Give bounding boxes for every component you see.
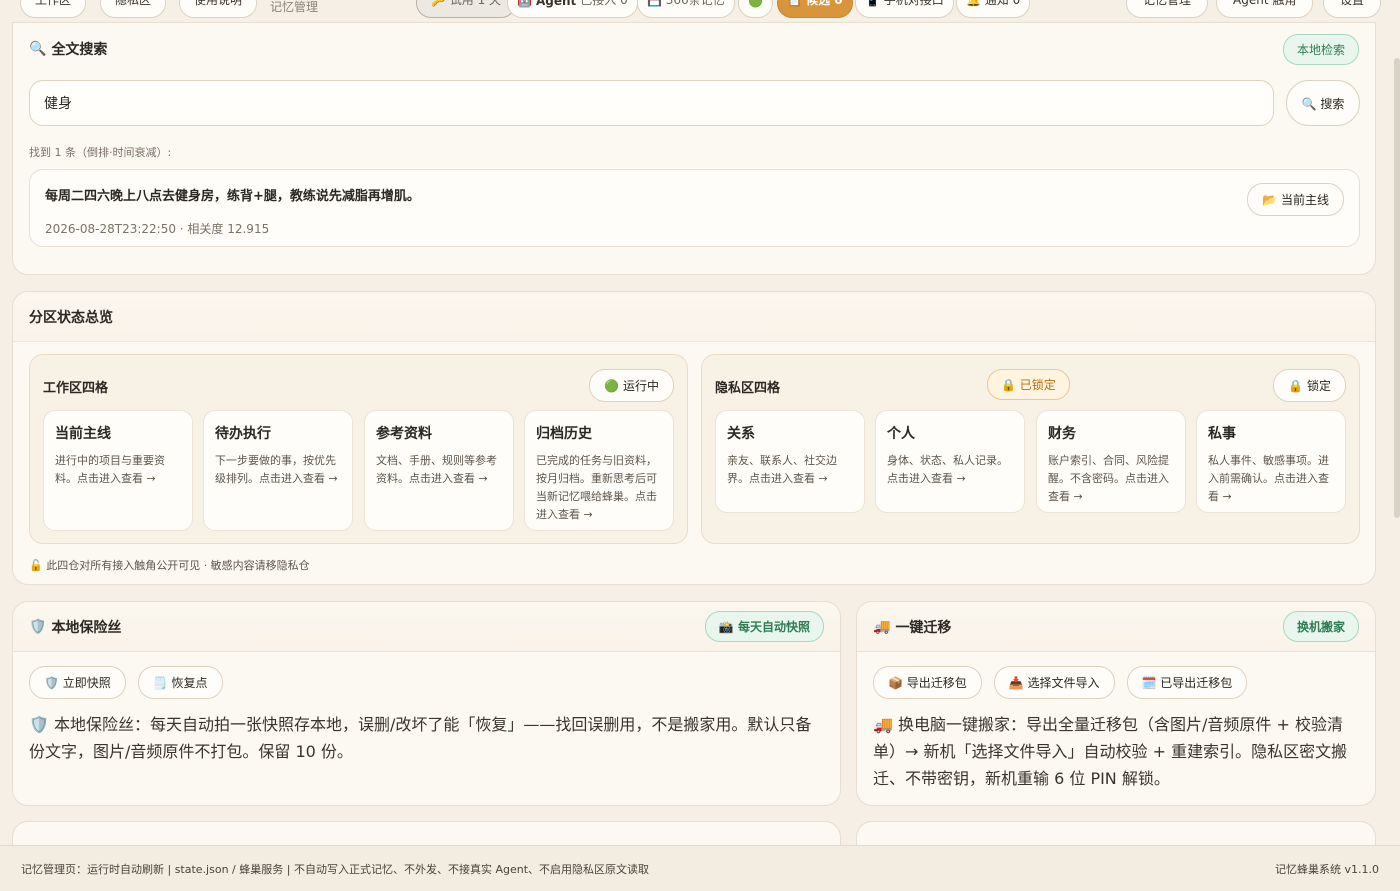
work-tile-reference[interactable]: 参考资料 文档、手册、规则等参考资料。点击进入查看 → xyxy=(364,410,514,531)
work-zone-panel: 工作区四格 🟢 运行中 当前主线 进行中的项目与重要资料。点击进入查看 → 待办… xyxy=(29,354,688,544)
nav-privacy-button[interactable]: 隐私区 xyxy=(100,0,167,18)
nav-agent-touch-button[interactable]: Agent 触角 xyxy=(1216,0,1314,18)
result-count-text: 找到 1 条（倒排·时间衰减）: xyxy=(29,146,172,159)
shield-icon: 🛡️ xyxy=(29,618,47,635)
robot-icon: 🤖 xyxy=(517,0,532,8)
tile-desc: 私人事件、敏感事项。进入前需确认。点击进入查看 → xyxy=(1208,454,1329,503)
private-zone-panel: 隐私区四格 🔒 已锁定 🔒 锁定 关系 亲友、联系人、社交边界。点击进入查看 →… xyxy=(701,354,1360,544)
tile-title: 关系 xyxy=(727,426,755,442)
tile-desc: 已完成的任务与旧资料，按月归档。重新思考后可当新记忆喂给蜂巢。点击进入查看 → xyxy=(536,454,657,521)
mobile-interface-pill[interactable]: 📱 手机对接口 xyxy=(855,0,954,18)
zones-visibility-note: 🔓 此四仓对所有接入触角公开可见 · 敏感内容请移隐私仓 xyxy=(29,559,310,572)
migrate-title-text: 一键迁移 xyxy=(895,619,952,636)
migrate-button-row: 📦 导出迁移包 📥 选择文件导入 🗓️ 已导出迁移包 xyxy=(873,666,1248,699)
candidates-pill[interactable]: 📋 候选 0 xyxy=(777,0,853,18)
tile-title: 私事 xyxy=(1208,426,1236,442)
tile-title: 参考资料 xyxy=(376,426,432,442)
memory-count-pill[interactable]: 💾 366条记忆 xyxy=(637,0,735,18)
private-tile-personal[interactable]: 个人 身体、状态、私人记录。点击进入查看 → xyxy=(875,410,1025,513)
search-card-title: 🔍 全文搜索 xyxy=(29,39,107,59)
tile-desc: 亲友、联系人、社交边界。点击进入查看 → xyxy=(727,454,837,485)
fuse-card-title: 🛡️ 本地保险丝 xyxy=(29,617,121,637)
private-tile-finance[interactable]: 财务 账户索引、合同、风险提醒。不含密码。点击进入查看 → xyxy=(1036,410,1186,513)
search-card: 🔍 全文搜索 本地检索 🔍 搜索 找到 1 条（倒排·时间衰减）: 每周二四六晚… xyxy=(12,22,1376,275)
tile-desc: 账户索引、合同、风险提醒。不含密码。点击进入查看 → xyxy=(1048,454,1169,503)
tile-desc: 身体、状态、私人记录。点击进入查看 → xyxy=(887,454,1008,485)
result-tag-button[interactable]: 📂 当前主线 xyxy=(1247,183,1344,216)
fuse-title-text: 本地保险丝 xyxy=(51,619,122,636)
tile-desc: 文档、手册、规则等参考资料。点击进入查看 → xyxy=(376,454,497,485)
work-tile-archive[interactable]: 归档历史 已完成的任务与旧资料，按月归档。重新思考后可当新记忆喂给蜂巢。点击进入… xyxy=(524,410,674,531)
work-zone-title: 工作区四格 xyxy=(43,381,109,396)
agent-label: Agent xyxy=(535,0,577,8)
fuse-card-header: 🛡️ 本地保险丝 📸 每天自动快照 xyxy=(13,602,840,652)
nav-memory-mgmt-button[interactable]: 记忆管理 xyxy=(1126,0,1209,18)
tile-desc: 进行中的项目与重要资料。点击进入查看 → xyxy=(55,454,165,485)
device-switch-badge: 换机搬家 xyxy=(1282,611,1359,642)
migrate-card-header: 🚚 一键迁移 换机搬家 xyxy=(857,602,1375,652)
trial-badge[interactable]: 🔑 试用 1 天 xyxy=(416,0,517,18)
footer-bar: 记忆管理页：运行时自动刷新 | state.json / 蜂巢服务 | 不自动写… xyxy=(0,845,1400,891)
truck-icon: 🚚 xyxy=(873,618,891,635)
tile-title: 归档历史 xyxy=(536,426,592,442)
online-status-pill[interactable]: 🟢 xyxy=(738,0,773,18)
tile-title: 待办执行 xyxy=(215,426,271,442)
local-fuse-card: 🛡️ 本地保险丝 📸 每天自动快照 🛡️ 立即快照 🗒️ 恢复点 🛡️ 本地保险… xyxy=(12,601,841,806)
private-zone-locked-badge: 🔒 已锁定 xyxy=(987,369,1070,400)
search-title-text: 全文搜索 xyxy=(51,42,108,58)
migrate-card: 🚚 一键迁移 换机搬家 📦 导出迁移包 📥 选择文件导入 🗓️ 已导出迁移包 🚚… xyxy=(856,601,1376,806)
search-result-item[interactable]: 每周二四六晚上八点去健身房，练背+腿，教练说先减脂再增肌。 2026-08-28… xyxy=(29,169,1360,247)
nav-guide-button[interactable]: 使用说明 xyxy=(179,0,258,18)
nav-settings-button[interactable]: 设置 xyxy=(1323,0,1382,18)
private-zone-lock-button[interactable]: 🔒 锁定 xyxy=(1273,369,1346,402)
private-zone-title: 隐私区四格 xyxy=(715,381,781,396)
current-section-label: 记忆管理 xyxy=(270,0,319,14)
zones-card-title: 分区状态总览 xyxy=(29,309,113,326)
agent-status-pill[interactable]: 🤖 Agent 已接入 0 xyxy=(507,0,638,18)
result-text: 每周二四六晚上八点去健身房，练背+腿，教练说先减脂再增肌。 xyxy=(45,189,420,204)
tile-desc: 下一步要做的事，按优先级排列。点击进入查看 → xyxy=(215,454,338,485)
search-card-header: 🔍 全文搜索 本地检索 xyxy=(13,23,1375,75)
search-input[interactable] xyxy=(29,80,1274,126)
tile-title: 财务 xyxy=(1048,426,1076,442)
exported-packages-button[interactable]: 🗓️ 已导出迁移包 xyxy=(1126,666,1248,699)
export-package-button[interactable]: 📦 导出迁移包 xyxy=(873,666,982,699)
notifications-pill[interactable]: 🔔 通知 0 xyxy=(956,0,1031,18)
work-zone-status-button[interactable]: 🟢 运行中 xyxy=(589,369,674,402)
zones-overview-card: 分区状态总览 工作区四格 🟢 运行中 当前主线 进行中的项目与重要资料。点击进入… xyxy=(12,291,1376,585)
migrate-description: 🚚 换电脑一键搬家：导出全量迁移包（含图片/音频原件 + 校验清单）→ 新机「选… xyxy=(873,715,1348,788)
search-button[interactable]: 🔍 搜索 xyxy=(1286,80,1360,126)
fuse-button-row: 🛡️ 立即快照 🗒️ 恢复点 xyxy=(29,666,223,699)
private-tile-private-matters[interactable]: 私事 私人事件、敏感事项。进入前需确认。点击进入查看 → xyxy=(1196,410,1346,513)
private-tile-relations[interactable]: 关系 亲友、联系人、社交边界。点击进入查看 → xyxy=(715,410,865,513)
zones-card-header: 分区状态总览 xyxy=(13,292,1375,342)
fuse-description: 🛡️ 本地保险丝：每天自动拍一张快照存本地，误删/改坏了能「恢复」——找回误删用… xyxy=(29,715,812,761)
page-scrollbar[interactable] xyxy=(1394,58,1400,518)
tile-title: 个人 xyxy=(887,426,915,442)
tile-title: 当前主线 xyxy=(55,426,111,442)
import-file-button[interactable]: 📥 选择文件导入 xyxy=(993,666,1115,699)
auto-snapshot-badge: 📸 每天自动快照 xyxy=(704,611,824,642)
nav-workspace-button[interactable]: 工作区 xyxy=(20,0,87,18)
local-search-badge: 本地检索 xyxy=(1282,33,1359,65)
restore-point-button[interactable]: 🗒️ 恢复点 xyxy=(137,666,223,699)
result-meta: 2026-08-28T23:22:50 · 相关度 12.915 xyxy=(45,222,270,236)
migrate-card-title: 🚚 一键迁移 xyxy=(873,617,951,637)
agent-count: 已接入 0 xyxy=(580,0,628,7)
work-tile-todo[interactable]: 待办执行 下一步要做的事，按优先级排列。点击进入查看 → xyxy=(203,410,353,531)
work-tile-current[interactable]: 当前主线 进行中的项目与重要资料。点击进入查看 → xyxy=(43,410,193,531)
footer-version: 记忆蜂巢系统 v1.1.0 xyxy=(1275,862,1379,876)
snapshot-now-button[interactable]: 🛡️ 立即快照 xyxy=(29,666,126,699)
top-nav-bar: 工作区 隐私区 使用说明 记忆管理 🔑 试用 1 天 🤖 Agent 已接入 0… xyxy=(0,0,1400,18)
magnifier-icon: 🔍 xyxy=(29,41,47,57)
footer-status-text: 记忆管理页：运行时自动刷新 | state.json / 蜂巢服务 | 不自动写… xyxy=(21,862,650,876)
